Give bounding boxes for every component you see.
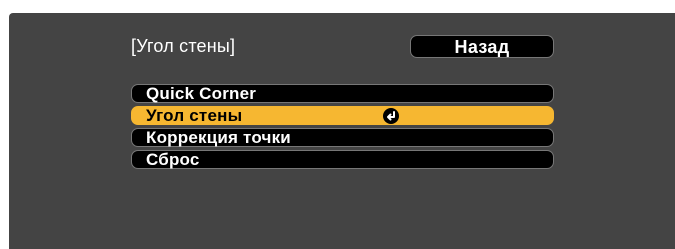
menu-item-label: Угол стены — [146, 106, 243, 125]
menu-item-label: Коррекция точки — [146, 128, 291, 147]
menu-item-quick-corner[interactable]: Quick Corner — [131, 84, 554, 103]
projector-menu-screen: [Угол стены] Назад Quick Corner Угол сте… — [9, 13, 675, 249]
menu-item-label: Quick Corner — [146, 84, 257, 103]
menu-item-label: Сброс — [146, 150, 200, 169]
menu-item-wall-corner[interactable]: Угол стены — [131, 106, 554, 125]
menu-title: [Угол стены] — [131, 36, 236, 56]
back-button[interactable]: Назад — [410, 35, 554, 58]
menu-item-reset[interactable]: Сброс — [131, 150, 554, 169]
menu-list: Quick Corner Угол стены Коррекция точки … — [131, 84, 554, 172]
enter-icon — [383, 108, 399, 124]
menu-item-point-correction[interactable]: Коррекция точки — [131, 128, 554, 147]
